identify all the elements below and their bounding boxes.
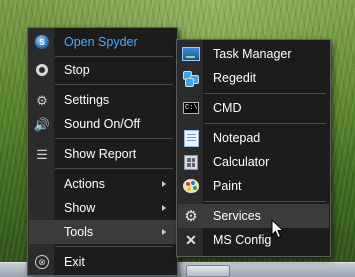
menu-separator xyxy=(55,84,173,85)
regedit-icon xyxy=(183,71,199,87)
menu-item-label: Calculator xyxy=(213,155,270,169)
menu-item-label: Tools xyxy=(64,225,94,239)
spyder-logo-icon: S xyxy=(35,35,49,49)
submenu-item-paint[interactable]: Paint xyxy=(178,174,329,198)
menu-item-label: Sound On/Off xyxy=(64,117,141,131)
menu-item-label: Notepad xyxy=(213,131,261,145)
menu-item-label: Exit xyxy=(64,255,85,269)
mouse-cursor-icon xyxy=(271,219,285,239)
taskbar-item[interactable] xyxy=(186,265,230,277)
menu-item-tools[interactable]: Tools xyxy=(29,220,176,244)
menu-separator xyxy=(55,138,173,139)
menu-item-show[interactable]: Show xyxy=(29,196,176,220)
stop-icon xyxy=(36,64,48,76)
submenu-item-services[interactable]: ⚙ Services xyxy=(178,204,329,228)
menu-item-label: Show Report xyxy=(64,147,137,161)
submenu-arrow-icon xyxy=(162,205,166,211)
menu-item-label: Settings xyxy=(64,93,110,107)
menu-item-label: Open Spyder xyxy=(64,35,138,49)
menu-item-label: Stop xyxy=(64,63,90,77)
settings-icon: ⚙ xyxy=(36,92,48,108)
menu-separator xyxy=(55,246,173,247)
menu-item-sound-toggle[interactable]: 🔊 Sound On/Off xyxy=(29,112,176,136)
report-list-icon: ☰ xyxy=(36,146,48,162)
menu-item-open-spyder[interactable]: S Open Spyder xyxy=(29,30,176,54)
speaker-icon: 🔊 xyxy=(33,116,51,132)
menu-separator xyxy=(55,168,173,169)
menu-item-settings[interactable]: ⚙ Settings xyxy=(29,88,176,112)
submenu-item-task-manager[interactable]: Task Manager xyxy=(178,42,329,66)
menu-item-actions[interactable]: Actions xyxy=(29,172,176,196)
task-manager-icon xyxy=(182,47,200,61)
menu-separator xyxy=(204,93,326,94)
menu-item-show-report[interactable]: ☰ Show Report xyxy=(29,142,176,166)
submenu-item-notepad[interactable]: Notepad xyxy=(178,126,329,150)
submenu-arrow-icon xyxy=(162,229,166,235)
paint-icon xyxy=(183,179,199,193)
submenu-item-calculator[interactable]: Calculator xyxy=(178,150,329,174)
exit-icon: ⊗ xyxy=(35,255,49,269)
submenu-item-ms-config[interactable]: ✕ MS Config xyxy=(178,228,329,252)
menu-separator xyxy=(204,201,326,202)
tray-context-menu: S Open Spyder Stop ⚙ Settings 🔊 Sound On… xyxy=(27,27,178,276)
gear-icon: ⚙ xyxy=(184,207,198,225)
menu-item-label: Regedit xyxy=(213,71,257,85)
cmd-icon: C:\ xyxy=(183,102,199,114)
menu-item-exit[interactable]: ⊗ Exit xyxy=(29,250,176,274)
notepad-icon xyxy=(183,129,199,147)
menu-separator xyxy=(204,123,326,124)
menu-item-label: Show xyxy=(64,201,96,215)
submenu-item-cmd[interactable]: C:\ CMD xyxy=(178,96,329,120)
menu-item-label: MS Config xyxy=(213,233,272,247)
menu-separator xyxy=(55,56,173,57)
tools-submenu: Task Manager Regedit C:\ CMD Notepad Cal… xyxy=(176,39,331,257)
submenu-item-regedit[interactable]: Regedit xyxy=(178,66,329,90)
menu-item-label: CMD xyxy=(213,101,242,115)
tools-icon: ✕ xyxy=(185,232,197,248)
menu-item-label: Actions xyxy=(64,177,105,191)
menu-item-label: Services xyxy=(213,209,261,223)
menu-item-label: Task Manager xyxy=(213,47,292,61)
submenu-arrow-icon xyxy=(162,181,166,187)
menu-item-stop[interactable]: Stop xyxy=(29,58,176,82)
calculator-icon xyxy=(184,154,198,170)
menu-item-label: Paint xyxy=(213,179,242,193)
